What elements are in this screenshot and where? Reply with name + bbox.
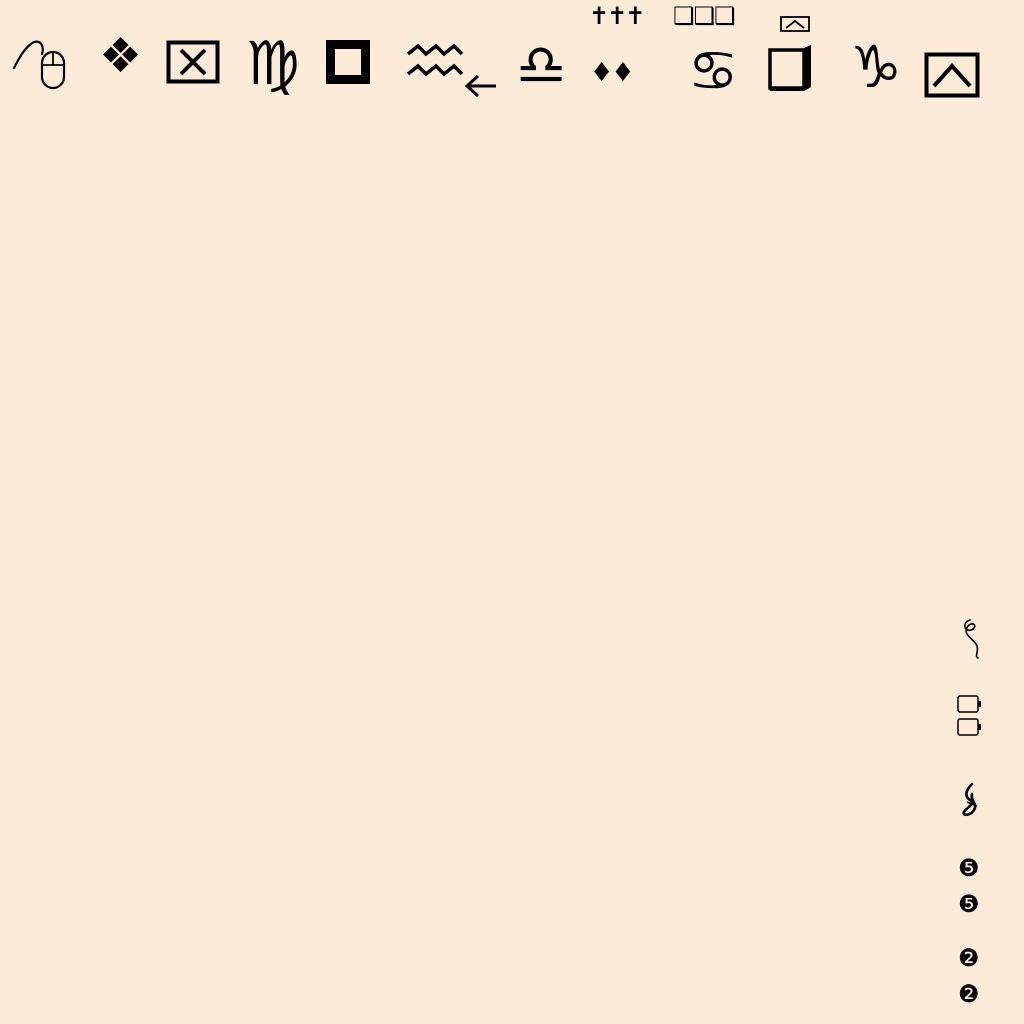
battery-icon [957,695,981,713]
cancer-icon: ♋ [688,39,739,104]
diamond-cluster-icon: ❖ [99,28,143,84]
square-frame-icon [326,40,370,84]
virgo-icon: ♍ [246,29,300,99]
mini-boxed-chevron-icon [780,16,810,32]
battery-icon [957,718,981,736]
clef-icon [962,782,978,817]
circled-number-icon: ❺ [958,854,980,882]
boxed-chevron-icon [924,52,980,98]
capricorn-icon: ♑ [850,33,902,101]
circled-number-icon: ❷ [958,944,980,972]
cross-trio-icon: ✝✝✝ [589,2,645,30]
circled-number-icon: ❺ [958,890,980,918]
script-ornament-icon [964,619,979,659]
circled-number-icon: ❷ [958,980,980,1008]
boxed-x-icon [166,40,220,84]
zigzag-arrow-icon [406,43,496,98]
small-diamonds-icon: ♦♦ [590,58,635,88]
libra-icon: ♎ [516,33,567,98]
mouse-icon [12,40,66,90]
shadowed-box-icon [768,45,811,91]
square-trio-icon: ❑❑❑ [673,2,736,30]
